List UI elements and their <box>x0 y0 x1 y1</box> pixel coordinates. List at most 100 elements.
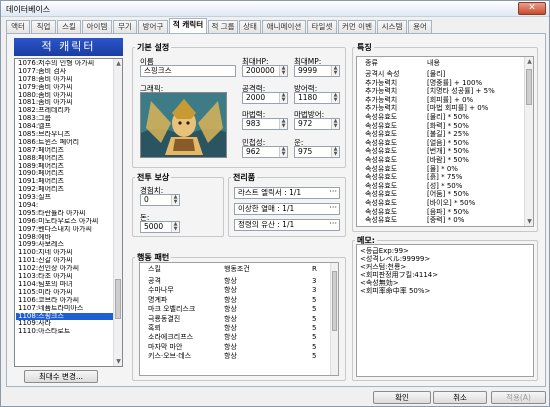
trait-row[interactable]: 추가능력치 [마법 회피률] + 0% <box>357 104 525 112</box>
drop-item-field[interactable]: 라스트 엘릭서 : 1/1 ··· <box>234 187 340 199</box>
enemy-list-item[interactable]: 1087:페어리즈 <box>16 147 113 155</box>
trait-row[interactable]: 속성유효도 [불길] * 25% <box>357 130 525 138</box>
action-row[interactable]: 마크 오벨리스크 항상 5 <box>140 305 330 313</box>
action-row[interactable]: 혹뢰 항상 5 <box>140 324 330 332</box>
spin-arrows-icon[interactable]: ▲ ▼ <box>331 119 339 129</box>
action-row[interactable]: 소라에크리프스 항상 5 <box>140 333 330 341</box>
memo-textarea[interactable]: <등급Exp:99> <성격レベル:99999> <커스텀:천룡> <회피판정用… <box>356 244 534 377</box>
spin-arrows-icon[interactable]: ▲ ▼ <box>171 195 179 205</box>
spin-arrows-icon[interactable]: ▲ ▼ <box>171 222 179 232</box>
trait-row[interactable]: 속성유효도 [바람] * 50% <box>357 156 525 164</box>
tab-item[interactable]: 상태 <box>239 20 261 33</box>
enemy-list-item[interactable]: 1100:지네 아가씨 <box>16 249 113 257</box>
enemy-list-item[interactable]: 1107:네퓸트라미아스 <box>16 305 113 313</box>
trait-row[interactable]: 추가능력치 [치명타 성공률] + 5% <box>357 87 525 95</box>
atk-input[interactable]: 2000 ▲ ▼ <box>242 92 288 104</box>
enemy-list-item[interactable]: 1083:그룹 <box>16 115 113 123</box>
tab-item[interactable]: 적 캐릭터 <box>169 18 207 34</box>
spin-arrows-icon[interactable]: ▲ ▼ <box>279 147 287 157</box>
trait-row[interactable]: 속성유효도 [흙] * 75% <box>357 173 525 181</box>
mdf-input[interactable]: 972 ▲ ▼ <box>294 118 340 130</box>
enemy-list-item[interactable]: 1093:실프 <box>16 194 113 202</box>
enemy-list-item[interactable]: 1106:코브라 아가씨 <box>16 297 113 305</box>
enemy-list-item[interactable]: 1081:좀비 아가씨 <box>16 99 113 107</box>
enemy-list-item[interactable]: 1104:팀포의 마녀 <box>16 281 113 289</box>
enemy-portrait[interactable] <box>140 92 227 158</box>
apply-button[interactable]: 적용(A) <box>491 391 546 404</box>
traits-table[interactable]: 종류 내용 공격시 속성 [물리] 추가능력치 [명중률] + 100% 추가능력치 [치… <box>356 56 534 227</box>
enemy-list[interactable]: 1076:저주의 인형 아가씨 1077:좀비 검사 1078:좀비 아가씨 1079… <box>14 58 123 367</box>
scroll-up-icon[interactable]: ▲ <box>114 59 122 68</box>
max-mp-input[interactable]: 9999 ▲ ▼ <box>294 65 340 77</box>
trait-row[interactable]: 속성유효도 [화력] * 50% <box>357 122 525 130</box>
tab-item[interactable]: 시스템 <box>377 20 407 33</box>
enemy-list-item[interactable]: 1105:미라 아가씨 <box>16 289 113 297</box>
action-row[interactable]: 키스·오브·데스 항상 5 <box>140 352 330 360</box>
enemy-list-item[interactable]: 1084:엘프 <box>16 123 113 131</box>
action-row[interactable]: 마자막 마안 항상 5 <box>140 343 330 351</box>
spin-arrows-icon[interactable]: ▲ ▼ <box>279 66 287 76</box>
enemy-list-item[interactable]: 1077:좀비 검사 <box>16 68 113 76</box>
enemy-list-item[interactable]: 1101:진갈 아가씨 <box>16 257 113 265</box>
scroll-up-icon[interactable]: ▲ <box>525 57 533 66</box>
change-max-button[interactable]: 최대수 변경... <box>24 370 98 383</box>
mat-input[interactable]: 983 ▲ ▼ <box>242 118 288 130</box>
enemy-list-item[interactable]: 1108:스핑크스 <box>16 312 113 321</box>
trait-row[interactable]: 속성유효도 [물리] * 50% <box>357 113 525 121</box>
enemy-list-item[interactable]: 1096:미노타우로스 아가씨 <box>16 218 113 226</box>
tab-item[interactable]: 커먼 이벤트 <box>338 20 376 43</box>
tab-item[interactable]: 스킬 <box>57 20 81 33</box>
action-row[interactable]: 명계파 항상 5 <box>140 296 330 304</box>
enemy-list-item[interactable]: 1082:프레데리카 <box>16 107 113 115</box>
enemy-list-item[interactable]: 1103:타조 아가씨 <box>16 273 113 281</box>
tab-item[interactable]: 애니메이션 <box>262 20 306 33</box>
enemy-list-item[interactable]: 1088:페어리즈 <box>16 155 113 163</box>
tab-item[interactable]: 아이템 <box>82 20 112 33</box>
spin-arrows-icon[interactable]: ▲ ▼ <box>331 93 339 103</box>
action-row[interactable]: 극룡동결진 항상 5 <box>140 315 330 323</box>
tab-item[interactable]: 적 그룹 <box>208 20 238 33</box>
enemy-list-item[interactable]: 1099:사보레스 <box>16 241 113 249</box>
enemy-list-item[interactable]: 1095:타란튤라 아가씨 <box>16 210 113 218</box>
tab-item[interactable]: 용어 <box>408 20 432 33</box>
luk-input[interactable]: 975 ▲ ▼ <box>294 146 340 158</box>
scroll-thumb[interactable] <box>332 271 337 331</box>
agi-input[interactable]: 962 ▲ ▼ <box>242 146 288 158</box>
scroll-down-icon[interactable]: ▼ <box>525 217 533 226</box>
trait-row[interactable]: 속성유효도 [번개] * 50% <box>357 147 525 155</box>
ok-button[interactable]: 확인 <box>373 391 431 404</box>
trait-row[interactable]: 속성유효도 [중력] * 0% <box>357 216 525 224</box>
enemy-list-item[interactable]: 1080:좀비 아가씨 <box>16 92 113 100</box>
enemy-list-item[interactable]: 1102:선인장 아가씨 <box>16 265 113 273</box>
enemy-list-item[interactable]: 1090:페어리즈 <box>16 170 113 178</box>
spin-arrows-icon[interactable]: ▲ ▼ <box>331 147 339 157</box>
trait-row[interactable]: 공격시 속성 [물리] <box>357 70 525 78</box>
trait-row[interactable]: 속성유효도 [물] * 0% <box>357 165 525 173</box>
action-patterns-table[interactable]: 스킬 행동조건 R 공격 항상 3 수마나무 항상 3 명계파 항상 5 마크 오벨리스크 항상 5 극… <box>139 262 339 376</box>
enemy-list-item[interactable]: 1091:페어리즈 <box>16 178 113 186</box>
enemy-list-item[interactable]: 1092:페어리즈 <box>16 186 113 194</box>
exp-input[interactable]: 0 ▲ ▼ <box>140 194 180 206</box>
spin-arrows-icon[interactable]: ▲ ▼ <box>279 93 287 103</box>
trait-row[interactable]: 추가능력치 [명중률] + 100% <box>357 79 525 87</box>
tab-item[interactable]: 직업 <box>31 20 56 33</box>
enemy-list-item[interactable]: 1110:아스타로트 <box>16 328 113 336</box>
enemy-list-item[interactable]: 1078:좀비 아가씨 <box>16 76 113 84</box>
enemy-list-item[interactable]: 1086:트윈스 페어리 <box>16 139 113 147</box>
enemy-list-item[interactable]: 1098:에바 <box>16 234 113 242</box>
trait-row[interactable]: 속성유효도 [얼음] * 50% <box>357 139 525 147</box>
drop-item-field[interactable]: 정령의 유산 : 1/1 ··· <box>234 219 340 231</box>
trait-row[interactable]: 속성유효도 [어둠] * 50% <box>357 190 525 198</box>
trait-row[interactable]: 속성유효도 [성] * 50% <box>357 182 525 190</box>
enemy-list-item[interactable]: 1094: <box>16 202 113 210</box>
tab-item[interactable]: 무기 <box>113 20 137 33</box>
enemy-list-item[interactable]: 1097:벤다스내치 아가씨 <box>16 226 113 234</box>
trait-row[interactable]: 추가능력치 [회피률] + 0% <box>357 96 525 104</box>
traits-scrollbar[interactable]: ▲ ▼ <box>524 57 533 226</box>
enemy-list-item[interactable]: 1085:브라우니즈 <box>16 131 113 139</box>
scroll-thumb[interactable] <box>526 69 532 105</box>
action-row[interactable]: 수마나무 항상 3 <box>140 286 330 294</box>
tab-item[interactable]: 방어구 <box>138 20 168 33</box>
more-icon[interactable]: ··· <box>329 204 337 212</box>
def-input[interactable]: 1180 ▲ ▼ <box>294 92 340 104</box>
